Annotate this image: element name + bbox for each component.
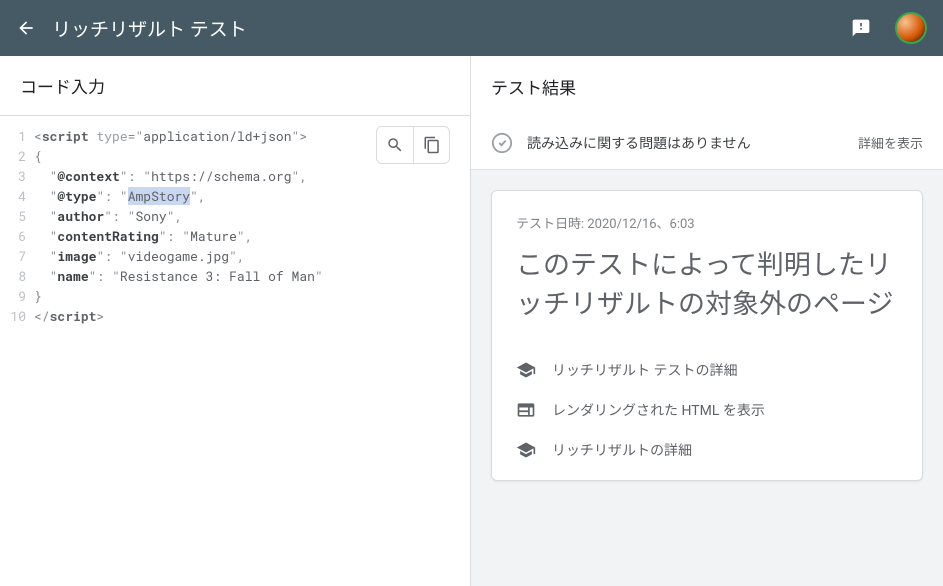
editor-toolbar: [376, 126, 450, 164]
learn-more-rich-results-test[interactable]: リッチリザルト テストの詳細: [516, 350, 898, 390]
app-title: リッチリザルト テスト: [52, 15, 247, 42]
school-icon: [516, 360, 536, 380]
line-number: 5: [0, 206, 26, 226]
line-number: 9: [0, 286, 26, 306]
school-icon: [516, 440, 536, 460]
search-button[interactable]: [377, 127, 413, 163]
test-date: テスト日時: 2020/12/16、6:03: [516, 213, 898, 232]
link-label: リッチリザルトの詳細: [552, 440, 692, 460]
account-avatar[interactable]: [895, 12, 927, 44]
code-input-pane: コード入力 1 2 3 4 5 6 7 8 9 10 <script type=…: [0, 56, 470, 586]
line-number: 1: [0, 126, 26, 146]
line-number: 2: [0, 146, 26, 166]
link-label: レンダリングされた HTML を表示: [552, 400, 765, 420]
code-editor[interactable]: 1 2 3 4 5 6 7 8 9 10 <script type="appli…: [0, 116, 470, 586]
learn-more-rich-results[interactable]: リッチリザルトの詳細: [516, 430, 898, 470]
line-number: 4: [0, 186, 26, 206]
copy-icon: [423, 136, 441, 154]
status-text: 読み込みに関する問題はありません: [527, 133, 751, 153]
check-circle-icon: [491, 132, 513, 154]
link-label: リッチリザルト テストの詳細: [552, 360, 737, 380]
app-header: リッチリザルト テスト: [0, 0, 943, 56]
copy-button[interactable]: [413, 127, 449, 163]
code-body[interactable]: <script type="application/ld+json"> { "@…: [34, 126, 470, 586]
line-gutter: 1 2 3 4 5 6 7 8 9 10: [0, 126, 34, 586]
result-card: テスト日時: 2020/12/16、6:03 このテストによって判明したリッチリ…: [491, 190, 923, 481]
results-pane: テスト結果 読み込みに関する問題はありません 詳細を表示 テスト日時: 2020…: [470, 56, 943, 586]
loading-status-row: 読み込みに関する問題はありません 詳細を表示: [471, 116, 943, 170]
result-heading: このテストによって判明したリッチリザルトの対象外のページ: [516, 246, 898, 324]
web-icon: [516, 400, 536, 420]
line-number: 7: [0, 246, 26, 266]
status-details-link[interactable]: 詳細を表示: [858, 133, 923, 152]
left-pane-title: コード入力: [0, 56, 470, 116]
back-arrow-icon[interactable]: [16, 18, 36, 38]
right-pane-title: テスト結果: [471, 56, 943, 116]
line-number: 10: [0, 306, 26, 326]
line-number: 8: [0, 266, 26, 286]
line-number: 3: [0, 166, 26, 186]
view-rendered-html[interactable]: レンダリングされた HTML を表示: [516, 390, 898, 430]
search-icon: [386, 136, 404, 154]
feedback-icon[interactable]: [851, 18, 871, 38]
line-number: 6: [0, 226, 26, 246]
